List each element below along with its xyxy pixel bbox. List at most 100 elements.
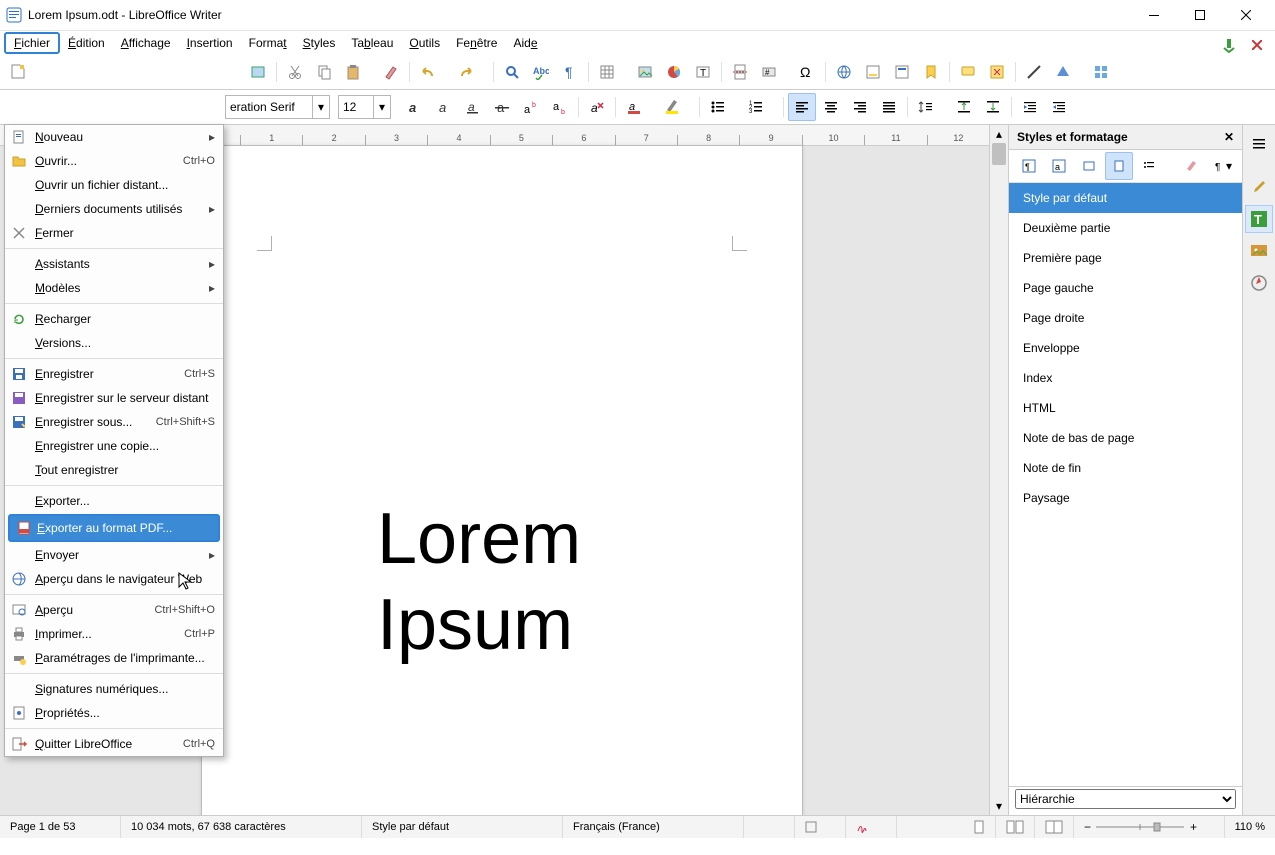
view-single-page-button[interactable] [963,816,996,838]
status-signature[interactable] [846,816,897,838]
superscript-button[interactable]: ab [517,93,545,121]
menu-affichage[interactable]: Affichage [113,31,179,55]
style-item[interactable]: Enveloppe [1009,333,1242,363]
menu-item[interactable]: Tout enregistrer [5,458,223,482]
font-name-combo[interactable]: ▾ [225,95,330,119]
page-break-button[interactable] [726,58,754,86]
bookmark-button[interactable] [917,58,945,86]
align-justify-button[interactable] [875,93,903,121]
align-center-button[interactable] [817,93,845,121]
special-char-button[interactable]: Ω [793,58,821,86]
document-heading[interactable]: LoremIpsum [377,496,581,669]
menu-item[interactable]: Aperçu dans le navigateur Web [5,567,223,591]
scroll-thumb[interactable] [992,143,1006,165]
menu-outils[interactable]: Outils [401,31,448,55]
page-styles-button[interactable] [1105,152,1133,180]
menu-item[interactable]: Propriétés... [5,701,223,725]
style-item[interactable]: Style par défaut [1009,183,1242,213]
align-right-button[interactable] [846,93,874,121]
menu-item[interactable]: Enregistrer une copie... [5,434,223,458]
window-close-button[interactable] [1223,0,1269,30]
menu-item[interactable]: Paramétrages de l'imprimante... [5,646,223,670]
update-icon[interactable] [1215,31,1243,59]
sidebar-settings-icon[interactable] [1245,129,1273,157]
draw-functions-button[interactable] [1087,58,1115,86]
copy-button[interactable] [310,58,338,86]
navigator-tab-icon[interactable] [1245,269,1273,297]
bold-button[interactable]: a [401,93,429,121]
insert-textbox-button[interactable]: T [689,58,717,86]
menu-item[interactable]: Fermer [5,221,223,245]
cut-button[interactable] [281,58,309,86]
menu-item[interactable]: Ouvrir...Ctrl+O [5,149,223,173]
frame-styles-button[interactable] [1075,152,1103,180]
menu-item[interactable]: Recharger [5,307,223,331]
status-style[interactable]: Style par défaut [362,816,563,838]
style-item[interactable]: Page droite [1009,303,1242,333]
clear-formatting-button[interactable]: a [583,93,611,121]
menu-fichier[interactable]: Fichier [4,32,60,54]
menu-tableau[interactable]: Tableau [343,31,401,55]
style-item[interactable]: HTML [1009,393,1242,423]
menu-item[interactable]: Envoyer▸ [5,543,223,567]
character-styles-button[interactable]: a [1045,152,1073,180]
font-size-input[interactable] [339,97,373,117]
undo-button[interactable] [414,58,442,86]
font-size-combo[interactable]: ▾ [338,95,391,119]
line-spacing-button[interactable] [912,93,940,121]
decrease-spacing-button[interactable] [979,93,1007,121]
strike-button[interactable]: a [488,93,516,121]
status-insert-mode[interactable] [744,816,795,838]
view-book-button[interactable] [1035,816,1074,838]
styles-tab-icon[interactable]: T [1245,205,1273,233]
close-doc-button[interactable] [1243,31,1271,59]
menu-item[interactable]: Ouvrir un fichier distant... [5,173,223,197]
menu-item[interactable]: Signatures numériques... [5,677,223,701]
view-multi-page-button[interactable] [996,816,1035,838]
insert-chart-button[interactable] [660,58,688,86]
style-item[interactable]: Première page [1009,243,1242,273]
menu-item[interactable]: Imprimer...Ctrl+P [5,622,223,646]
menu-item[interactable]: Exporter au format PDF... [8,514,220,542]
menu-aide[interactable]: Aide [505,31,545,55]
status-page[interactable]: Page 1 de 53 [0,816,121,838]
menu-format[interactable]: Format [241,31,295,55]
menu-item[interactable]: Enregistrer sur le serveur distant [5,386,223,410]
properties-tab-icon[interactable] [1245,173,1273,201]
spellcheck-button[interactable]: Abc [527,58,555,86]
comment-button[interactable] [954,58,982,86]
style-item[interactable]: Note de bas de page [1009,423,1242,453]
redo-button[interactable] [452,58,480,86]
format-paintbrush-button[interactable] [377,58,405,86]
status-selection-mode[interactable] [795,816,846,838]
line-button[interactable] [1020,58,1048,86]
paragraph-styles-button[interactable]: ¶ [1015,152,1043,180]
numbering-button[interactable]: 123 [742,93,770,121]
bullets-button[interactable] [704,93,732,121]
zoom-value[interactable]: 110 % [1225,816,1275,838]
status-language[interactable]: Français (France) [563,816,744,838]
style-item[interactable]: Deuxième partie [1009,213,1242,243]
style-item[interactable]: Note de fin [1009,453,1242,483]
list-styles-button[interactable] [1135,152,1163,180]
track-changes-button[interactable] [983,58,1011,86]
menu-item[interactable]: AperçuCtrl+Shift+O [5,598,223,622]
menu-item[interactable]: Exporter... [5,489,223,513]
sidebar-close-button[interactable]: ✕ [1224,130,1234,144]
menu-item[interactable]: Nouveau▸ [5,125,223,149]
insert-table-button[interactable] [593,58,621,86]
paste-button[interactable] [339,58,367,86]
menu-styles[interactable]: Styles [295,31,344,55]
increase-spacing-button[interactable] [950,93,978,121]
hyperlink-button[interactable] [830,58,858,86]
font-color-button[interactable]: a [620,93,648,121]
menu-item[interactable]: EnregistrerCtrl+S [5,362,223,386]
increase-indent-button[interactable] [1016,93,1044,121]
find-button[interactable] [498,58,526,86]
style-item[interactable]: Index [1009,363,1242,393]
window-minimize-button[interactable] [1131,0,1177,30]
t-sel[interactable] [244,58,272,86]
menu-fenetre[interactable]: Fenêtre [448,31,505,55]
formatting-marks-button[interactable]: ¶ [556,58,584,86]
menu-item[interactable]: Quitter LibreOfficeCtrl+Q [5,732,223,756]
